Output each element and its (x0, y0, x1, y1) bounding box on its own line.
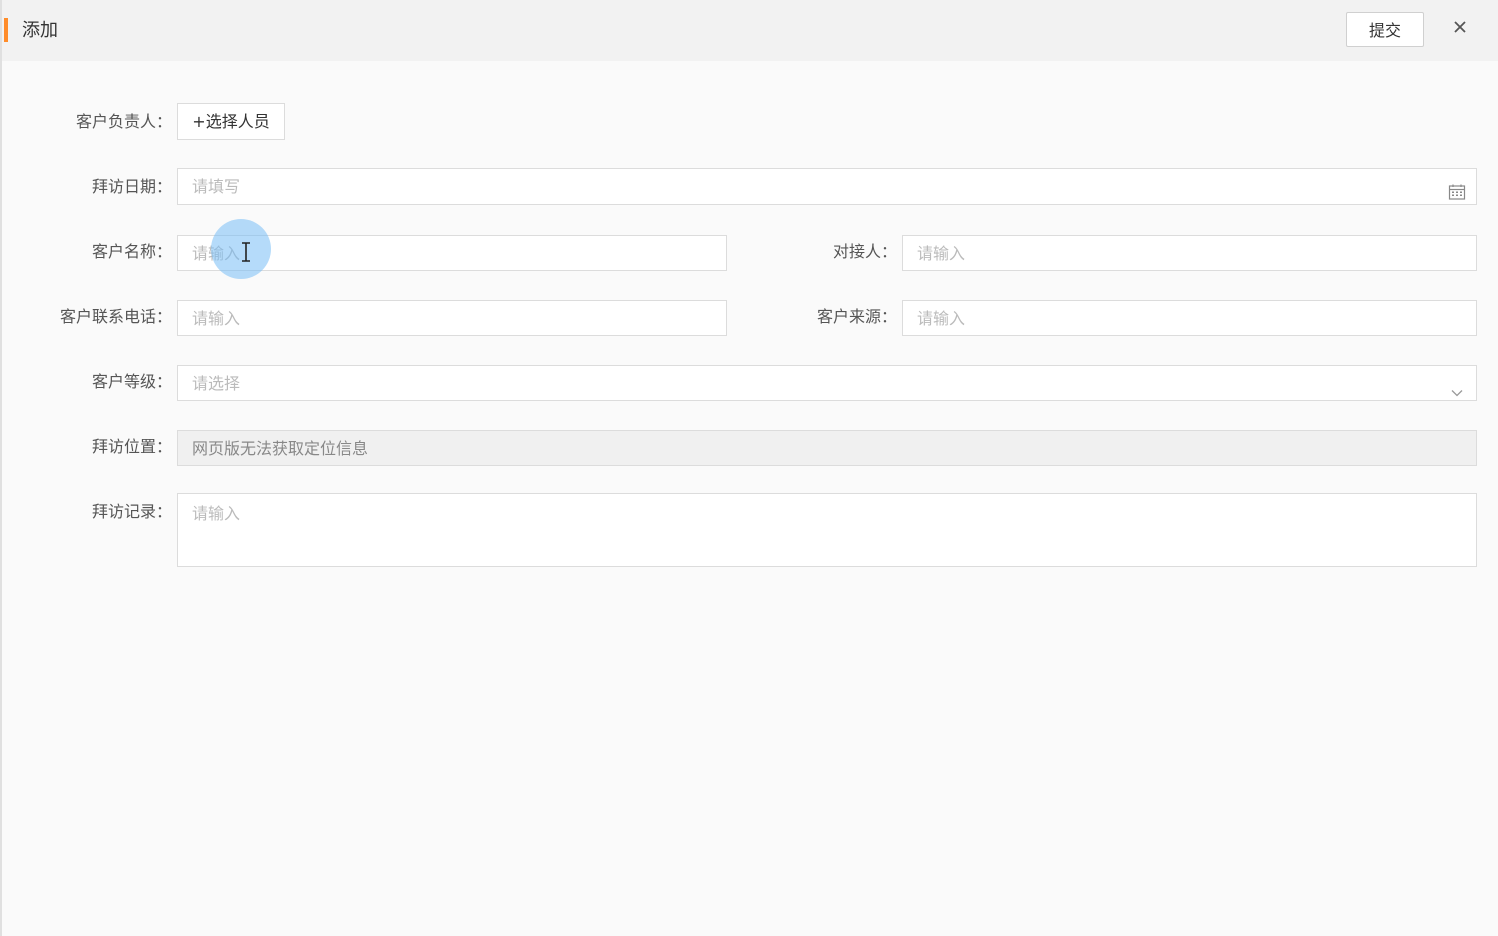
contact-person-placeholder: 请输入 (917, 244, 966, 263)
visit-date-label: 拜访日期： (91, 177, 172, 196)
customer-phone-placeholder: 请输入 (192, 309, 241, 328)
customer-source-input[interactable]: 请输入 (902, 300, 1477, 336)
visit-record-placeholder: 请输入 (192, 504, 241, 523)
customer-level-placeholder: 请选择 (192, 374, 241, 393)
customer-source-label: 客户来源： (816, 307, 897, 326)
customer-source-placeholder: 请输入 (917, 309, 966, 328)
select-person-button[interactable]: +选择人员 (177, 103, 285, 140)
visit-date-placeholder: 请填写 (192, 177, 241, 196)
contact-person-label: 对接人： (832, 242, 897, 261)
visit-record-label: 拜访记录： (91, 502, 172, 521)
visit-date-input[interactable]: 请填写 (177, 168, 1477, 205)
visit-record-textarea[interactable]: 请输入 (177, 493, 1477, 567)
resize-handle-icon[interactable] (1464, 554, 1474, 564)
submit-button[interactable]: 提交 (1346, 12, 1424, 47)
contact-person-input[interactable]: 请输入 (902, 235, 1477, 271)
visit-location-field: 网页版无法获取定位信息 (177, 430, 1477, 466)
customer-name-placeholder: 请输入 (192, 244, 241, 263)
customer-phone-label: 客户联系电话： (59, 307, 172, 326)
customer-name-input[interactable]: 请输入 (177, 235, 727, 271)
customer-level-label: 客户等级： (91, 372, 172, 391)
calendar-icon[interactable] (1448, 178, 1466, 200)
customer-name-label: 客户名称： (91, 242, 172, 261)
title-accent-bar (4, 18, 8, 42)
customer-level-select[interactable]: 请选择 (177, 365, 1477, 401)
dialog-title: 添加 (22, 20, 58, 41)
close-icon[interactable] (1450, 17, 1470, 37)
customer-phone-input[interactable]: 请输入 (177, 300, 727, 336)
visit-location-value: 网页版无法获取定位信息 (192, 439, 369, 458)
chevron-down-icon (1450, 377, 1464, 397)
visit-location-label: 拜访位置： (91, 437, 172, 456)
add-visit-dialog: 添加 提交 客户负责人： +选择人员 拜访日期： 请填写 客户名称： 请输入 对… (0, 0, 1498, 936)
owner-label: 客户负责人： (75, 112, 172, 131)
dialog-header: 添加 提交 (2, 0, 1498, 61)
